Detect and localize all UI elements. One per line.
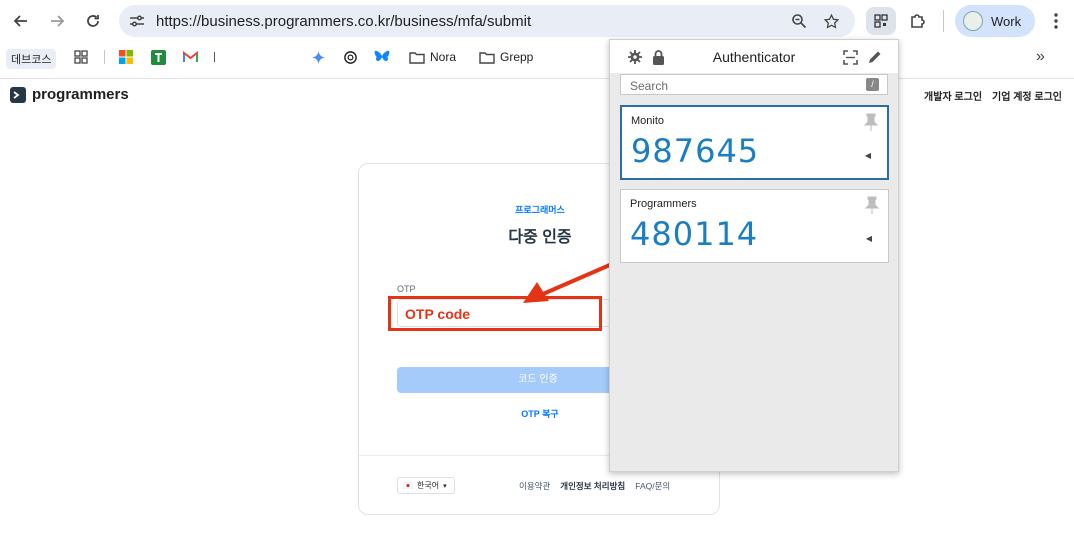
address-bar[interactable]: https://business.programmers.co.kr/busin… <box>119 5 855 37</box>
logo-text: programmers <box>32 86 129 103</box>
footer-links: 이용약관 개인정보 처리방침 FAQ/문의 <box>519 480 670 492</box>
bookmark-label: 데브코스 <box>11 54 52 66</box>
gemini-icon[interactable] <box>311 50 326 65</box>
language-label: 한국어 <box>417 481 440 490</box>
authenticator-header: Authenticator <box>610 40 898 73</box>
edit-pencil-icon[interactable] <box>866 49 882 65</box>
authenticator-search-input[interactable]: Search / <box>620 74 888 95</box>
search-shortcut-badge: / <box>866 78 879 91</box>
folder-icon <box>479 51 495 64</box>
back-arrow-icon <box>13 15 27 27</box>
more-bookmarks-chevron-icon[interactable]: » <box>1036 48 1045 66</box>
openai-icon[interactable] <box>343 50 358 65</box>
search-placeholder: Search <box>630 79 669 93</box>
qr-code-icon <box>874 14 888 28</box>
privacy-link[interactable]: 개인정보 처리방침 <box>560 480 625 492</box>
folder-icon <box>409 51 425 64</box>
programmers-logo-icon <box>10 86 26 103</box>
toolbar-divider <box>943 10 944 32</box>
profile-label: Work <box>991 14 1022 29</box>
avatar <box>963 11 983 31</box>
caret-left-icon[interactable]: ◀ <box>866 234 872 243</box>
site-logo[interactable]: programmers <box>10 86 129 103</box>
authenticator-popup: Authenticator Search / Monito 987645 ◀ P… <box>609 39 899 472</box>
bookmark-star-icon[interactable] <box>822 12 840 30</box>
business-login-link[interactable]: 기업 계정 로그인 <box>992 88 1062 103</box>
forward-arrow-icon <box>51 15 65 27</box>
forward-button[interactable] <box>43 8 71 34</box>
bookmark-grepp[interactable]: Grepp <box>479 50 533 64</box>
authenticator-extension-button[interactable] <box>866 7 896 35</box>
gmail-icon[interactable] <box>183 51 198 63</box>
bluesky-icon[interactable] <box>374 50 390 64</box>
caret-left-icon[interactable]: ◀ <box>865 151 871 160</box>
bookmark-devcourse[interactable]: 데브코스 <box>6 49 57 69</box>
chevron-down-icon: ▾ <box>443 482 447 490</box>
bookmark-label: Grepp <box>500 50 534 64</box>
reload-button[interactable] <box>79 8 107 34</box>
entry-issuer: Monito <box>631 115 665 127</box>
apps-grid-icon[interactable] <box>74 50 88 64</box>
developer-login-link[interactable]: 개발자 로그인 <box>924 88 982 103</box>
bookmark-label: Nora <box>430 50 457 64</box>
site-settings-icon[interactable] <box>128 13 146 29</box>
entry-code[interactable]: 480114 <box>630 215 758 253</box>
zoom-icon[interactable] <box>790 13 808 29</box>
bookmark-divider <box>104 50 105 64</box>
browser-chrome: https://business.programmers.co.kr/busin… <box>0 0 1074 79</box>
language-select[interactable]: 한국어 ▾ <box>397 477 455 494</box>
authenticator-entry-programmers[interactable]: Programmers 480114 ◀ <box>620 189 889 263</box>
pin-icon[interactable] <box>864 196 880 219</box>
back-button[interactable] <box>7 8 35 34</box>
scan-qr-icon[interactable] <box>842 49 858 65</box>
bookmark-separator <box>214 52 215 62</box>
extensions-puzzle-icon[interactable] <box>906 9 930 33</box>
entry-issuer: Programmers <box>630 198 697 210</box>
terms-link[interactable]: 이용약관 <box>519 480 550 492</box>
sheets-icon[interactable] <box>151 50 166 65</box>
microsoft-icon[interactable] <box>119 50 133 64</box>
reload-icon <box>87 15 99 27</box>
header-links: 개발자 로그인 기업 계정 로그인 <box>924 88 1062 103</box>
bookmark-nora[interactable]: Nora <box>409 50 456 64</box>
pin-icon[interactable] <box>863 113 879 136</box>
entry-code[interactable]: 987645 <box>631 132 759 170</box>
otp-label: OTP <box>397 284 416 294</box>
faq-link[interactable]: FAQ/문의 <box>635 480 670 492</box>
korea-flag-icon <box>403 482 413 489</box>
annotation-label: OTP code <box>405 306 471 322</box>
url-text[interactable]: https://business.programmers.co.kr/busin… <box>156 13 531 30</box>
browser-menu-icon[interactable] <box>1048 11 1064 31</box>
profile-button[interactable]: Work <box>955 5 1035 37</box>
authenticator-entry-monito[interactable]: Monito 987645 ◀ <box>620 105 889 180</box>
